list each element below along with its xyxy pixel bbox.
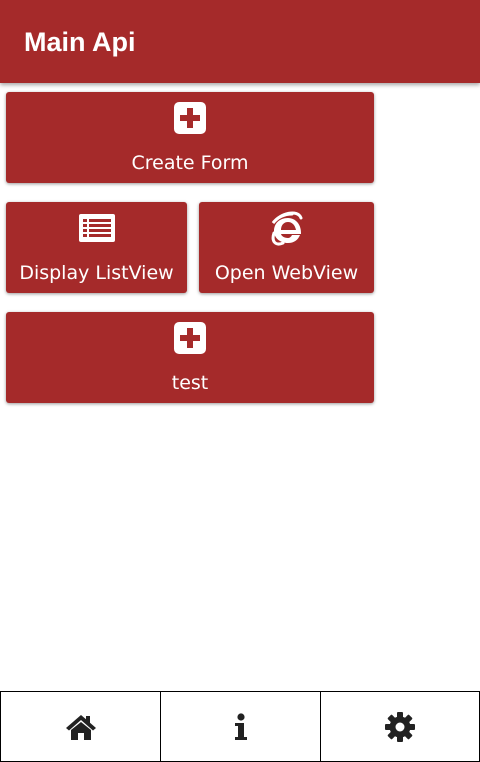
create-form-label: Create Form — [131, 152, 249, 174]
list-icon — [78, 214, 115, 242]
info-icon — [234, 712, 247, 740]
gear-icon — [385, 711, 415, 742]
app-title: Main Api — [24, 27, 136, 57]
app-bar: Main Api — [0, 0, 480, 83]
plus-square-icon — [174, 322, 206, 354]
info-button[interactable] — [160, 691, 321, 762]
plus-square-icon — [174, 102, 206, 134]
home-icon — [65, 714, 96, 740]
open-webview-label: Open WebView — [214, 262, 359, 284]
internet-explorer-icon — [271, 211, 302, 246]
open-webview-button[interactable]: Open WebView — [199, 202, 374, 293]
home-button[interactable] — [0, 691, 161, 762]
display-listview-label: Display ListView — [19, 262, 174, 284]
test-button[interactable]: test — [6, 312, 374, 403]
create-form-button[interactable]: Create Form — [6, 92, 374, 183]
settings-button[interactable] — [320, 691, 480, 762]
display-listview-button[interactable]: Display ListView — [6, 202, 187, 293]
bottom-navigation — [0, 691, 480, 762]
test-label: test — [171, 372, 209, 394]
